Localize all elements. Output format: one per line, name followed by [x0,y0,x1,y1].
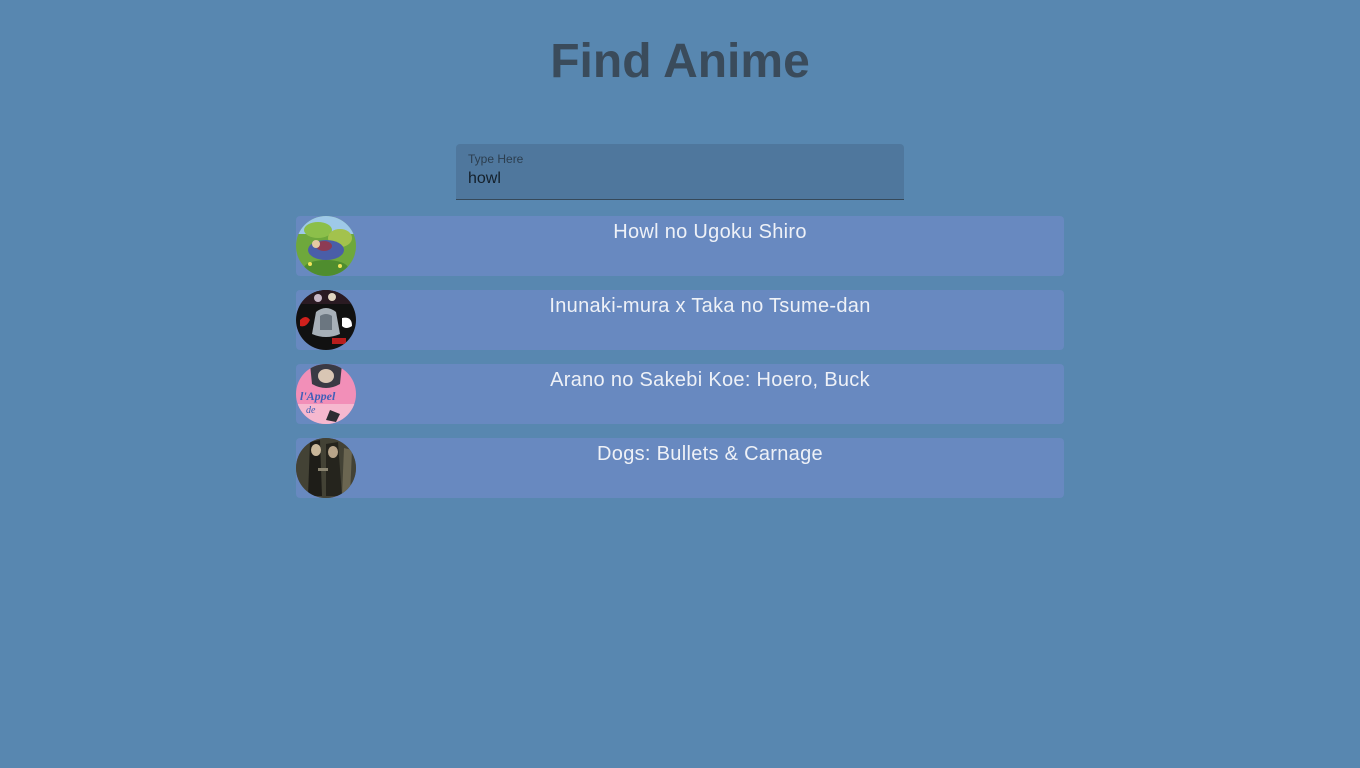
dogs-poster-image [296,438,356,498]
search-input[interactable] [468,169,888,189]
arano-poster-lettering: de [306,405,316,416]
search-field[interactable]: Type Here [456,144,904,200]
howl-poster-image [296,216,356,276]
arano-poster-image: l'Appel de [296,364,356,424]
page-title: Find Anime [550,35,810,88]
result-title[interactable]: Howl no Ugoku Shiro [356,220,1064,244]
arano-poster-lettering: l'Appel [300,389,336,403]
result-thumbnail[interactable] [296,216,356,276]
results-list: Howl no Ugoku Shiro Inunaki-mura x Taka … [296,216,1064,512]
result-thumbnail[interactable] [296,290,356,350]
result-title[interactable]: Inunaki-mura x Taka no Tsume-dan [356,294,1064,318]
result-item-howl[interactable]: Howl no Ugoku Shiro [296,216,1064,276]
result-title[interactable]: Arano no Sakebi Koe: Hoero, Buck [356,368,1064,392]
search-label: Type Here [468,152,524,166]
inunaki-poster-image [296,290,356,350]
result-item-inunaki[interactable]: Inunaki-mura x Taka no Tsume-dan [296,290,1064,350]
result-thumbnail[interactable]: l'Appel de [296,364,356,424]
result-thumbnail[interactable] [296,438,356,498]
result-title[interactable]: Dogs: Bullets & Carnage [356,442,1064,466]
result-item-dogs[interactable]: Dogs: Bullets & Carnage [296,438,1064,498]
result-item-arano[interactable]: l'Appel de Arano no Sakebi Koe: Hoero, B… [296,364,1064,424]
